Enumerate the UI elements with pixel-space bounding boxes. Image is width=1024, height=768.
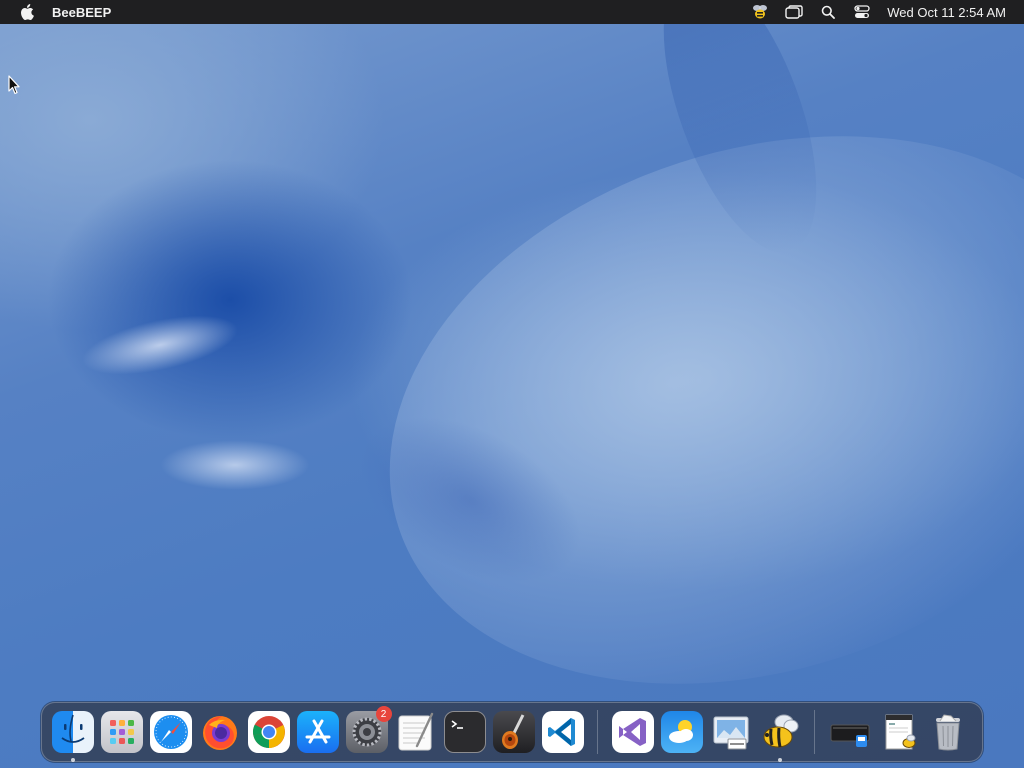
preview-icon <box>710 711 752 753</box>
visual-studio-icon <box>611 711 654 753</box>
spotlight-search-icon[interactable] <box>817 3 839 21</box>
beebeep-icon <box>759 711 801 753</box>
safari-icon <box>149 711 192 753</box>
dock-app-finder[interactable] <box>51 711 94 762</box>
dock-app-chrome[interactable] <box>247 711 290 753</box>
dock-app-beebeep[interactable] <box>759 711 801 762</box>
menu-bar: BeeBEEP Wed Oct 11 2:54 AM <box>0 0 1024 24</box>
window-mirror-icon[interactable] <box>783 3 805 21</box>
running-indicator <box>777 758 782 762</box>
notification-badge: 2 <box>375 706 392 722</box>
textedit-icon <box>395 711 437 753</box>
weather-icon <box>660 711 703 753</box>
active-app-name[interactable]: BeeBEEP <box>52 5 111 20</box>
dock-app-textedit[interactable] <box>395 711 437 753</box>
dock-app-visual-studio[interactable] <box>611 711 654 753</box>
terminal-icon <box>443 711 486 753</box>
control-center-icon[interactable] <box>851 3 873 21</box>
desktop[interactable]: BeeBEEP Wed Oct 11 2:54 AM 2 <box>0 0 1024 768</box>
dock: 2 <box>41 702 983 762</box>
trash-icon <box>927 711 969 753</box>
dock-app-launchpad[interactable] <box>100 711 143 753</box>
dock-app-terminal[interactable] <box>443 711 486 753</box>
dock-app-weather[interactable] <box>660 711 703 753</box>
launchpad-icon <box>100 711 143 753</box>
dock-app-vscode[interactable] <box>541 711 584 753</box>
finder-icon <box>51 711 94 753</box>
mouse-pointer-icon <box>8 75 20 95</box>
firefox-icon <box>199 711 241 753</box>
downloads-stack-icon <box>829 711 871 753</box>
menu-bar-clock[interactable]: Wed Oct 11 2:54 AM <box>887 5 1006 20</box>
dock-separator <box>814 710 815 754</box>
dock-stack-documents[interactable] <box>878 711 920 753</box>
documents-stack-icon <box>878 711 920 753</box>
dock-app-firefox[interactable] <box>199 711 241 753</box>
dock-app-app-store[interactable] <box>296 711 339 753</box>
chrome-icon <box>247 711 290 753</box>
beebeep-status-icon[interactable] <box>749 3 771 21</box>
garageband-icon <box>492 711 535 753</box>
dock-stack-downloads[interactable] <box>829 711 871 753</box>
dock-app-system-settings[interactable]: 2 <box>345 706 392 753</box>
vscode-icon <box>541 711 584 753</box>
apple-menu-icon[interactable] <box>18 3 36 21</box>
dock-app-preview[interactable] <box>710 711 752 753</box>
dock-app-garageband[interactable] <box>492 711 535 753</box>
running-indicator <box>70 758 75 762</box>
app-store-icon <box>296 711 339 753</box>
wallpaper <box>0 0 1024 768</box>
dock-separator <box>597 710 598 754</box>
dock-trash[interactable] <box>927 711 969 753</box>
dock-app-safari[interactable] <box>149 711 192 753</box>
